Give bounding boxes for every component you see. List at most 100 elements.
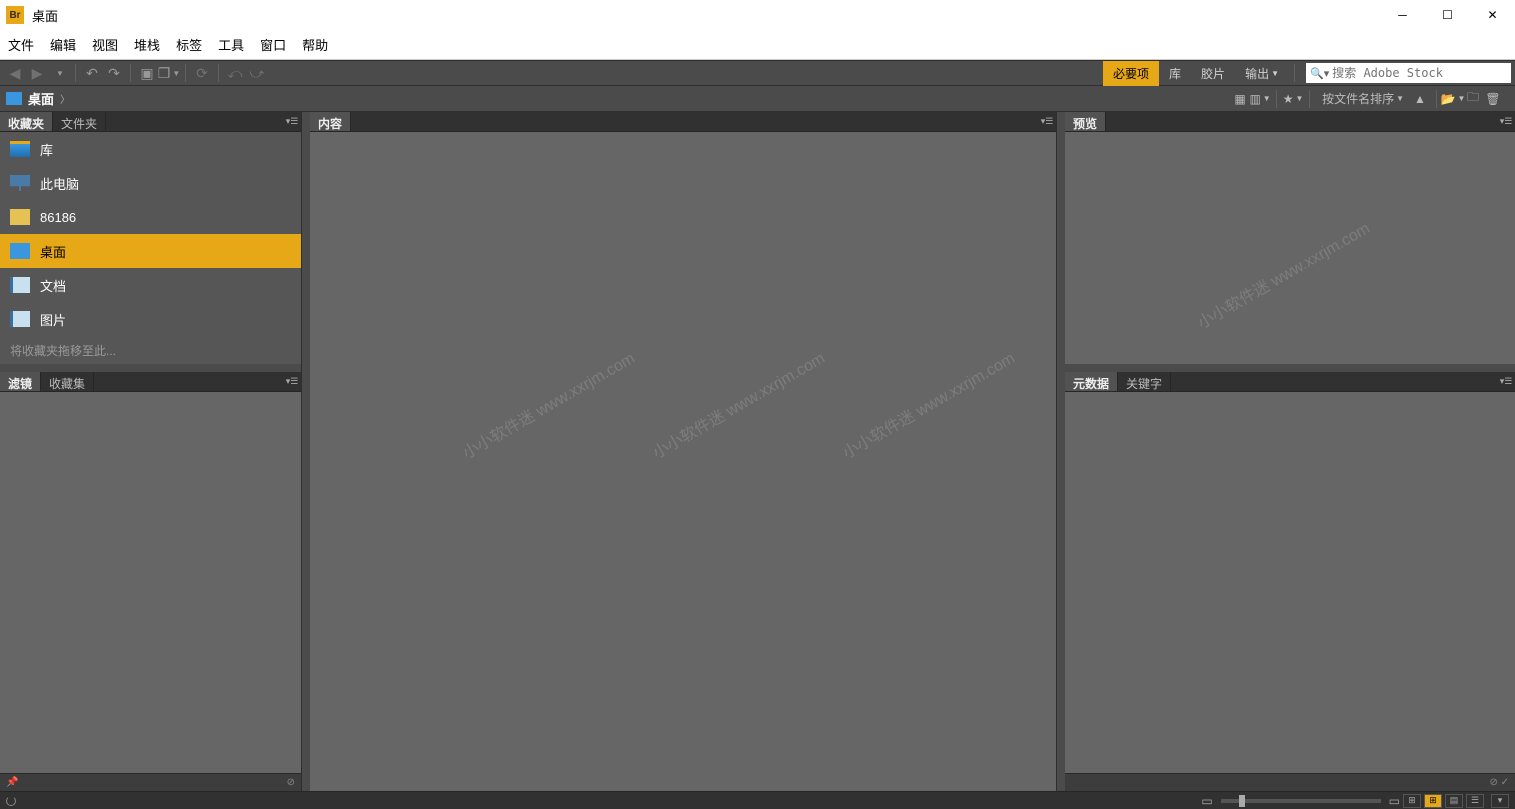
grid-icon[interactable]: ▦ (1232, 91, 1248, 107)
content-body[interactable]: 小小软件迷 www.xxrjm.com 小小软件迷 www.xxrjm.com … (310, 132, 1056, 791)
progress-icon (6, 796, 16, 806)
zoom-in-icon[interactable]: ▭ (1389, 794, 1400, 808)
window-title: 桌面 (32, 6, 58, 25)
statusbar: ▭ ▭ ⊞ ⊞ ▤ ☰ ▾ (0, 791, 1515, 809)
fav-item-documents[interactable]: 文档 (0, 268, 301, 302)
new-folder-icon[interactable]: 🗀 (1465, 91, 1481, 107)
workspace-tab-filmstrip[interactable]: 胶片 (1191, 61, 1235, 86)
tab-collections[interactable]: 收藏集 (41, 372, 94, 391)
main-layout: 收藏夹 文件夹 ▾☰ 库 此电脑 86186 桌面 文档 图片 将收藏夹拖移至此… (0, 112, 1515, 791)
pin-icon[interactable]: 📌 (6, 777, 18, 788)
splitter-2[interactable] (1057, 112, 1065, 791)
tab-folders[interactable]: 文件夹 (53, 112, 106, 131)
menu-window[interactable]: 窗口 (260, 35, 286, 54)
rotate-cw-icon[interactable]: ⤻ (246, 62, 268, 84)
tab-metadata[interactable]: 元数据 (1065, 372, 1118, 391)
tab-keywords[interactable]: 关键字 (1118, 372, 1171, 391)
tab-filter[interactable]: 滤镜 (0, 372, 41, 391)
titlebar: Br 桌面 ─ ☐ ✕ (0, 0, 1515, 30)
fav-label: 86186 (40, 210, 76, 225)
zoom-slider[interactable] (1221, 799, 1381, 803)
computer-icon (10, 175, 30, 191)
menu-tools[interactable]: 工具 (218, 35, 244, 54)
grid-dropdown[interactable]: ▥▼ (1252, 91, 1268, 107)
rotate-ccw-icon[interactable]: ⤺ (224, 62, 246, 84)
panel-menu-icon[interactable]: ▾☰ (283, 372, 301, 391)
copy-icon[interactable]: ❐▼ (158, 62, 180, 84)
search-icon: 🔍▾ (1310, 67, 1329, 80)
star-filter-icon[interactable]: ★▼ (1285, 91, 1301, 107)
apply-icon[interactable]: ✓ (1501, 777, 1509, 788)
view-thumb-button[interactable]: ▤ (1445, 794, 1463, 808)
camera-icon[interactable]: ▣ (136, 62, 158, 84)
favorites-list: 库 此电脑 86186 桌面 文档 图片 将收藏夹拖移至此... (0, 132, 301, 364)
view-grid-lock-button[interactable]: ⊞ (1403, 794, 1421, 808)
workspace-tab-essentials[interactable]: 必要项 (1103, 61, 1159, 86)
forward-button[interactable]: ▶ (26, 62, 48, 84)
tab-preview[interactable]: 预览 (1065, 112, 1106, 131)
cancel-icon[interactable]: ⊘ (287, 777, 295, 788)
close-button[interactable]: ✕ (1470, 0, 1515, 30)
preview-panel: 预览 ▾☰ 小小软件迷 www.xxrjm.com (1065, 112, 1515, 364)
watermark: 小小软件迷 www.xxrjm.com (457, 345, 638, 464)
right-column: 预览 ▾☰ 小小软件迷 www.xxrjm.com 元数据 关键字 ▾☰ ⊘ ✓ (1065, 112, 1515, 791)
library-icon (10, 141, 30, 157)
reveal-button[interactable]: ↶ (81, 62, 103, 84)
trash-icon[interactable]: 🗑 (1485, 91, 1501, 107)
desktop-icon (10, 243, 30, 259)
sort-label[interactable]: 按文件名排序▼ (1318, 88, 1408, 109)
maximize-button[interactable]: ☐ (1425, 0, 1470, 30)
filter-panel: 滤镜 收藏集 ▾☰ 📌 ⊘ (0, 372, 301, 791)
splitter-left[interactable] (0, 364, 301, 372)
panel-menu-icon[interactable]: ▾☰ (1497, 372, 1515, 391)
panel-menu-icon[interactable]: ▾☰ (1038, 112, 1056, 131)
cancel-icon[interactable]: ⊘ (1489, 777, 1497, 788)
menu-edit[interactable]: 编辑 (50, 35, 76, 54)
fav-label: 桌面 (40, 242, 66, 261)
chevron-right-icon[interactable]: 〉 (60, 91, 70, 106)
workspace-tab-output[interactable]: 输出▼ (1235, 61, 1289, 86)
breadcrumb-icon (6, 92, 22, 105)
favorites-hint: 将收藏夹拖移至此... (0, 336, 301, 364)
tab-content[interactable]: 内容 (310, 112, 351, 131)
panel-menu-icon[interactable]: ▾☰ (1497, 112, 1515, 131)
view-list-button[interactable]: ☰ (1466, 794, 1484, 808)
filter-body (0, 392, 301, 773)
panel-menu-icon[interactable]: ▾☰ (283, 112, 301, 131)
fav-item-this-pc[interactable]: 此电脑 (0, 166, 301, 200)
menu-view[interactable]: 视图 (92, 35, 118, 54)
fav-item-user[interactable]: 86186 (0, 200, 301, 234)
metadata-body (1065, 392, 1515, 773)
view-grid-button[interactable]: ⊞ (1424, 794, 1442, 808)
watermark: 小小软件迷 www.xxrjm.com (1192, 215, 1373, 334)
left-column: 收藏夹 文件夹 ▾☰ 库 此电脑 86186 桌面 文档 图片 将收藏夹拖移至此… (0, 112, 302, 791)
fav-label: 此电脑 (40, 174, 79, 193)
fav-label: 文档 (40, 276, 66, 295)
fav-item-library[interactable]: 库 (0, 132, 301, 166)
fav-item-pictures[interactable]: 图片 (0, 302, 301, 336)
boomerang-button[interactable]: ↷ (103, 62, 125, 84)
breadcrumb-label[interactable]: 桌面 (28, 89, 54, 108)
open-folder-icon[interactable]: 📂▼ (1445, 91, 1461, 107)
menu-label[interactable]: 标签 (176, 35, 202, 54)
view-dropdown[interactable]: ▾ (1491, 794, 1509, 808)
zoom-out-icon[interactable]: ▭ (1201, 794, 1212, 808)
menu-help[interactable]: 帮助 (302, 35, 328, 54)
menubar: 文件 编辑 视图 堆栈 标签 工具 窗口 帮助 (0, 30, 1515, 60)
workspace-tab-library[interactable]: 库 (1159, 61, 1191, 86)
minimize-button[interactable]: ─ (1380, 0, 1425, 30)
refine-icon[interactable]: ⟳ (191, 62, 213, 84)
menu-file[interactable]: 文件 (8, 35, 34, 54)
sort-asc-icon[interactable]: ▲ (1412, 91, 1428, 107)
fav-item-desktop[interactable]: 桌面 (0, 234, 301, 268)
watermark: 小小软件迷 www.xxrjm.com (837, 345, 1018, 464)
search-container: 🔍▾ (1306, 63, 1511, 83)
back-button[interactable]: ◀ (4, 62, 26, 84)
tab-favorites[interactable]: 收藏夹 (0, 112, 53, 131)
splitter-1[interactable] (302, 112, 310, 791)
menu-stack[interactable]: 堆栈 (134, 35, 160, 54)
toolbar: ◀ ▶ ▼ ↶ ↷ ▣ ❐▼ ⟳ ⤺ ⤻ 必要项 库 胶片 输出▼ 🔍▾ (0, 60, 1515, 86)
recent-dropdown[interactable]: ▼ (48, 62, 70, 84)
splitter-right[interactable] (1065, 364, 1515, 372)
search-input[interactable] (1332, 66, 1507, 80)
